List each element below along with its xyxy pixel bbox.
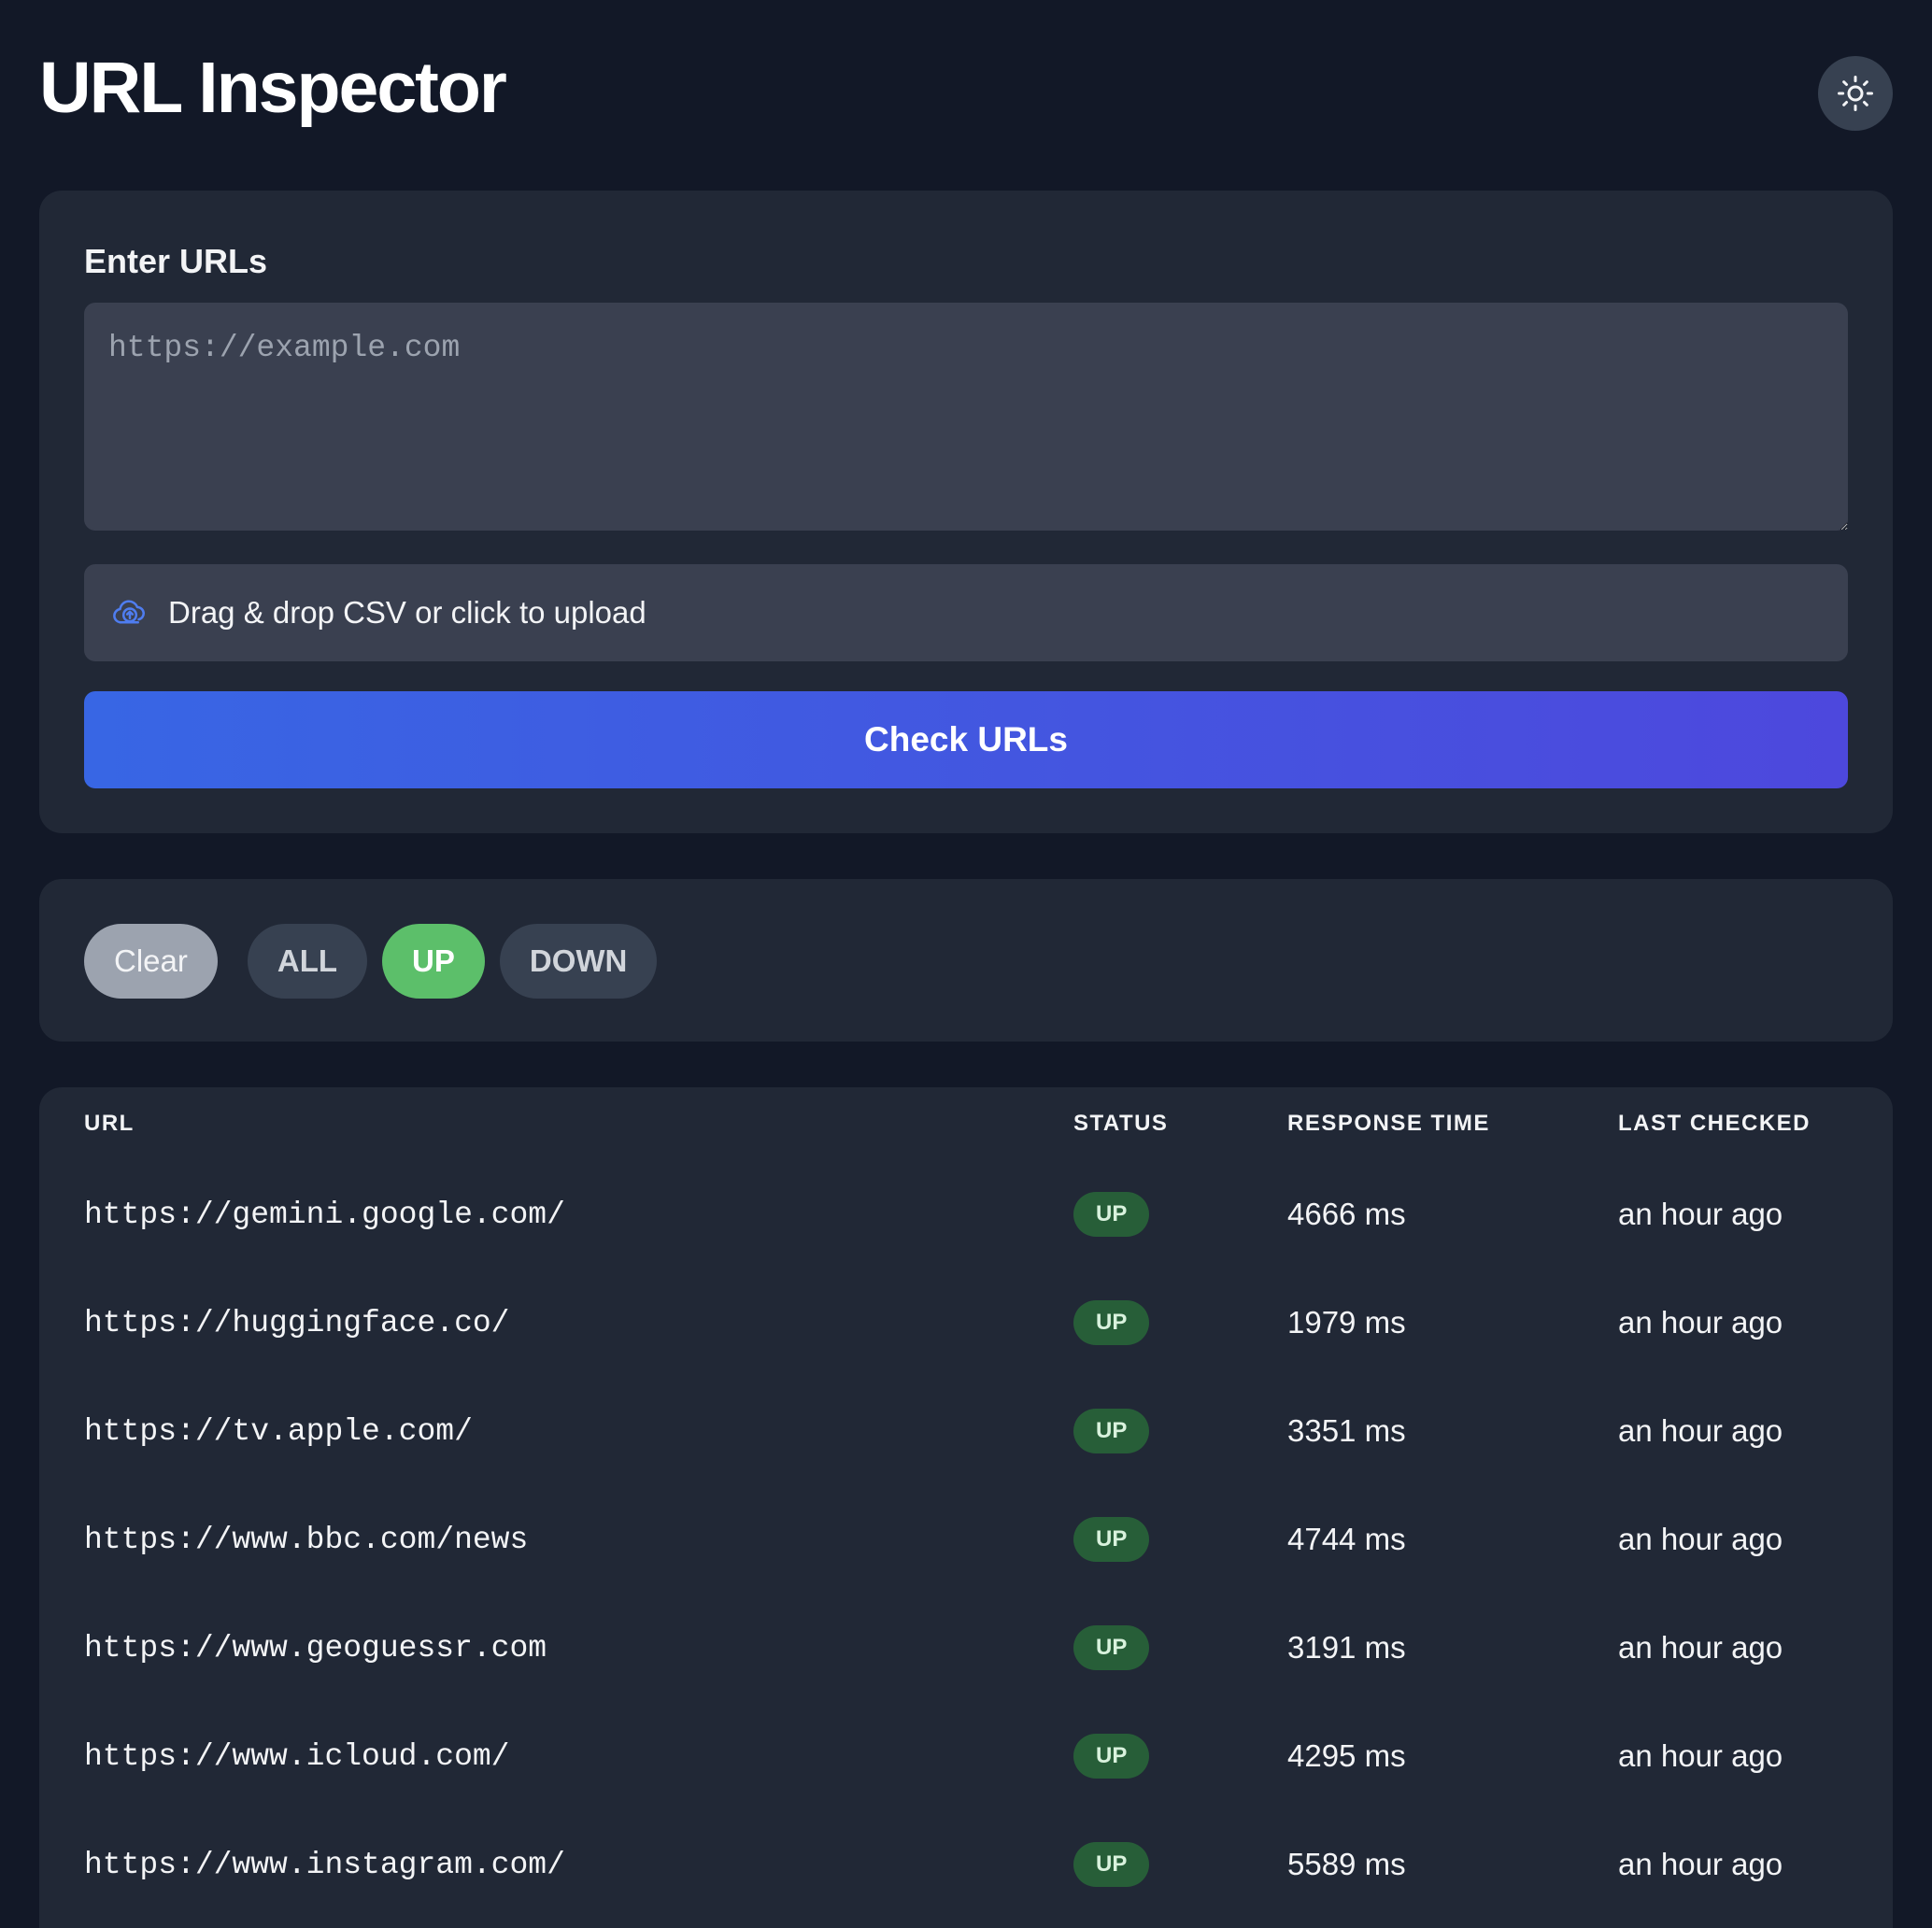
last-checked-cell: an hour ago	[1618, 1413, 1783, 1448]
status-badge: UP	[1073, 1625, 1150, 1670]
table-row[interactable]: https://tv.apple.com/ UP 3351 ms an hour…	[84, 1377, 1848, 1485]
results-table: URL STATUS RESPONSE TIME LAST CHECKED ht…	[84, 1087, 1848, 1919]
response-time-cell: 3351 ms	[1287, 1413, 1406, 1448]
status-cell: UP	[1073, 1269, 1287, 1377]
url-cell[interactable]: https://huggingface.co/	[84, 1269, 1073, 1377]
sun-icon	[1838, 76, 1873, 111]
last-checked-cell: an hour ago	[1618, 1305, 1783, 1340]
column-header-response-time[interactable]: RESPONSE TIME	[1287, 1087, 1618, 1160]
response-time-cell: 4666 ms	[1287, 1197, 1406, 1231]
status-badge: UP	[1073, 1842, 1150, 1887]
status-cell: UP	[1073, 1377, 1287, 1485]
column-header-url[interactable]: URL	[84, 1087, 1073, 1160]
filter-card: Clear ALL UP DOWN	[39, 879, 1893, 1042]
url-cell[interactable]: https://tv.apple.com/	[84, 1377, 1073, 1485]
url-cell[interactable]: https://www.geoguessr.com	[84, 1594, 1073, 1702]
table-header-row: URL STATUS RESPONSE TIME LAST CHECKED	[84, 1087, 1848, 1160]
status-badge: UP	[1073, 1192, 1150, 1237]
status-cell: UP	[1073, 1594, 1287, 1702]
url-cell[interactable]: https://www.icloud.com/	[84, 1702, 1073, 1810]
last-checked-cell: an hour ago	[1618, 1630, 1783, 1665]
response-time-cell: 3191 ms	[1287, 1630, 1406, 1665]
last-checked-cell: an hour ago	[1618, 1847, 1783, 1881]
status-cell: UP	[1073, 1485, 1287, 1594]
response-time-cell: 4295 ms	[1287, 1738, 1406, 1773]
response-time-cell: 1979 ms	[1287, 1305, 1406, 1340]
last-checked-cell: an hour ago	[1618, 1738, 1783, 1773]
status-badge: UP	[1073, 1409, 1150, 1453]
csv-upload-dropzone[interactable]: Drag & drop CSV or click to upload	[84, 564, 1848, 661]
url-cell[interactable]: https://www.instagram.com/	[84, 1810, 1073, 1919]
upload-label: Drag & drop CSV or click to upload	[168, 595, 646, 630]
table-row[interactable]: https://gemini.google.com/ UP 4666 ms an…	[84, 1160, 1848, 1269]
status-badge: UP	[1073, 1517, 1150, 1562]
enter-urls-label: Enter URLs	[84, 242, 268, 280]
last-checked-cell: an hour ago	[1618, 1522, 1783, 1556]
table-row[interactable]: https://www.bbc.com/news UP 4744 ms an h…	[84, 1485, 1848, 1594]
status-badge: UP	[1073, 1734, 1150, 1779]
column-header-status[interactable]: STATUS	[1073, 1087, 1287, 1160]
column-header-last-checked[interactable]: LAST CHECKED	[1618, 1087, 1848, 1160]
page-title: URL Inspector	[39, 48, 507, 128]
table-row[interactable]: https://www.instagram.com/ UP 5589 ms an…	[84, 1810, 1848, 1919]
response-time-cell: 5589 ms	[1287, 1847, 1406, 1881]
status-badge: UP	[1073, 1300, 1150, 1345]
theme-toggle-button[interactable]	[1818, 56, 1893, 131]
filter-bar: Clear ALL UP DOWN	[84, 924, 672, 999]
filter-down-button[interactable]: DOWN	[499, 924, 658, 999]
clear-button[interactable]: Clear	[84, 924, 218, 999]
table-row[interactable]: https://huggingface.co/ UP 1979 ms an ho…	[84, 1269, 1848, 1377]
url-input-card: Enter URLs Drag & drop CSV or click to u…	[39, 191, 1893, 833]
status-cell: UP	[1073, 1702, 1287, 1810]
table-row[interactable]: https://www.icloud.com/ UP 4295 ms an ho…	[84, 1702, 1848, 1810]
check-urls-button[interactable]: Check URLs	[84, 691, 1848, 788]
cloud-upload-icon	[112, 595, 148, 631]
filter-all-button[interactable]: ALL	[247, 924, 368, 999]
filter-up-button[interactable]: UP	[382, 924, 485, 999]
response-time-cell: 4744 ms	[1287, 1522, 1406, 1556]
results-card: URL STATUS RESPONSE TIME LAST CHECKED ht…	[39, 1087, 1893, 1928]
table-row[interactable]: https://www.geoguessr.com UP 3191 ms an …	[84, 1594, 1848, 1702]
url-inspector-page: URL Inspector Enter URLs https://example…	[0, 0, 1932, 1928]
url-cell[interactable]: https://www.bbc.com/news	[84, 1485, 1073, 1594]
status-cell: UP	[1073, 1160, 1287, 1269]
last-checked-cell: an hour ago	[1618, 1197, 1783, 1231]
status-cell: UP	[1073, 1810, 1287, 1919]
url-textarea[interactable]	[84, 303, 1848, 531]
url-cell[interactable]: https://gemini.google.com/	[84, 1160, 1073, 1269]
